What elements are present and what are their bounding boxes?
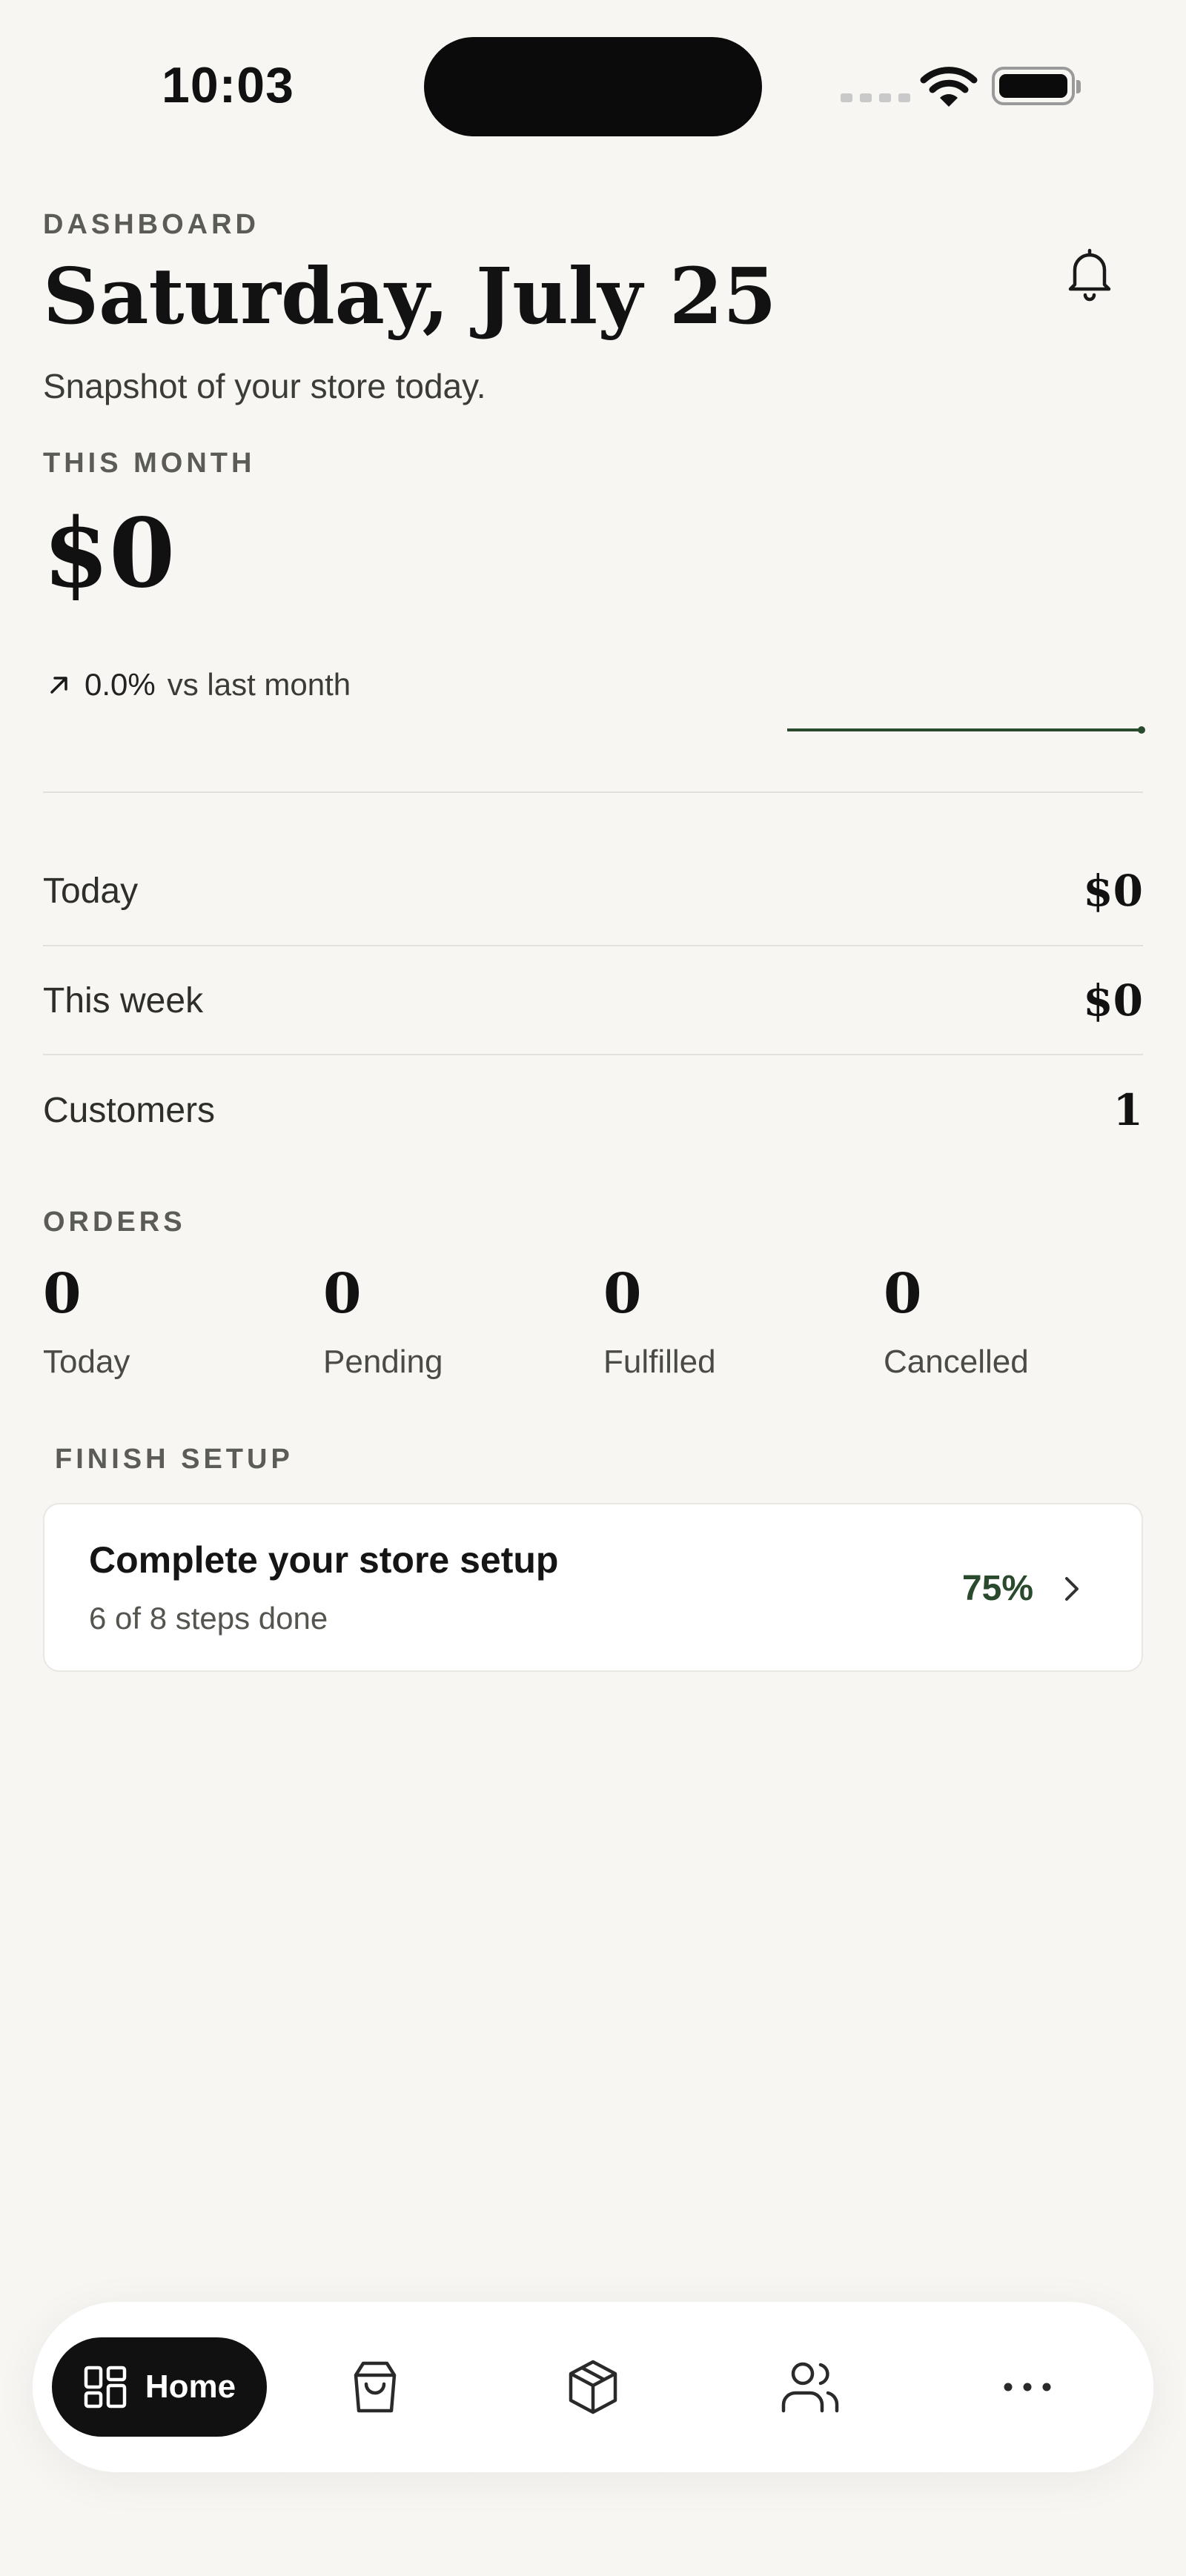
nav-more-button[interactable] <box>994 2354 1061 2420</box>
nav-orders-button[interactable] <box>342 2354 408 2420</box>
change-label: vs last month <box>167 667 351 702</box>
this-month-label: THIS MONTH <box>43 448 256 479</box>
divider <box>43 791 1143 793</box>
order-label: Pending <box>323 1344 443 1381</box>
status-bar: 10:03 <box>0 0 1186 170</box>
order-count: 0 <box>884 1262 922 1326</box>
page-eyebrow: DASHBOARD <box>43 209 259 240</box>
nav-home-label: Home <box>145 2368 236 2405</box>
battery-icon <box>992 67 1081 105</box>
order-stat-fulfilled: 0 Fulfilled <box>603 1264 884 1381</box>
setup-progress-text: 6 of 8 steps done <box>89 1601 328 1636</box>
setup-title: Complete your store setup <box>89 1539 559 1581</box>
order-stat-pending: 0 Pending <box>323 1264 603 1381</box>
order-label: Fulfilled <box>603 1344 716 1381</box>
stat-label: Customers <box>43 1090 216 1130</box>
page-subtitle: Snapshot of your store today. <box>43 367 486 405</box>
stat-label: Today <box>43 871 139 911</box>
stat-row-customers: Customers 1 <box>43 1055 1143 1165</box>
stat-row-today: Today $0 <box>43 836 1143 946</box>
orders-label: ORDERS <box>43 1206 186 1238</box>
nav-customers-button[interactable] <box>777 2354 844 2420</box>
store-setup-card[interactable]: Complete your store setup 6 of 8 steps d… <box>43 1503 1143 1672</box>
nav-home-button[interactable]: Home <box>52 2337 267 2437</box>
orders-grid: 0 Today 0 Pending 0 Fulfilled 0 Cancelle… <box>43 1264 1164 1381</box>
order-label: Cancelled <box>884 1344 1029 1381</box>
change-percent: 0.0% <box>85 667 156 702</box>
page-title: Saturday, July 25 <box>43 250 777 342</box>
finish-setup-label: FINISH SETUP <box>55 1444 294 1475</box>
order-count: 0 <box>323 1262 362 1326</box>
month-change: 0.0% vs last month <box>46 667 351 703</box>
stat-row-this-week: This week $0 <box>43 946 1143 1055</box>
chevron-right-icon <box>1065 1577 1079 1601</box>
arrow-up-right-icon <box>50 677 67 694</box>
order-stat-cancelled: 0 Cancelled <box>884 1264 1164 1381</box>
dynamic-island <box>424 37 762 136</box>
sparkline-end-point <box>1138 726 1145 734</box>
grid-icon <box>84 2366 127 2409</box>
status-time: 10:03 <box>162 57 294 113</box>
order-label: Today <box>43 1344 130 1381</box>
setup-percent: 75% <box>961 1569 1033 1608</box>
order-count: 0 <box>43 1262 82 1326</box>
order-count: 0 <box>603 1262 642 1326</box>
cellular-signal-icon <box>841 93 910 102</box>
bell-icon[interactable] <box>1059 242 1121 304</box>
stat-value: $0 <box>1083 866 1143 916</box>
nav-products-button[interactable] <box>560 2354 626 2420</box>
box-icon <box>569 2360 617 2414</box>
shopping-bag-icon <box>354 2361 397 2413</box>
stat-label: This week <box>43 980 204 1020</box>
more-icon <box>1004 2383 1051 2391</box>
users-icon <box>781 2362 839 2413</box>
this-month-value: $0 <box>43 498 176 609</box>
order-stat-today: 0 Today <box>43 1264 323 1381</box>
stat-value: 1 <box>1113 1085 1143 1135</box>
bottom-nav: Home <box>33 2302 1153 2472</box>
stat-value: $0 <box>1083 975 1143 1026</box>
revenue-sparkline <box>787 726 1145 734</box>
wifi-icon <box>920 67 978 107</box>
